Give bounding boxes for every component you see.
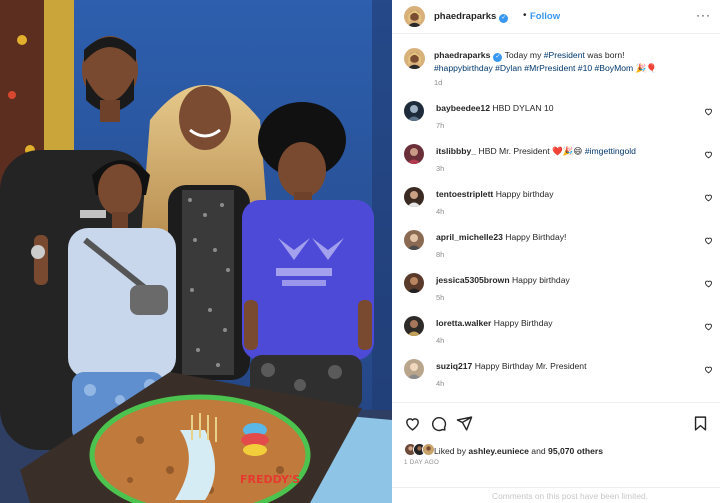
more-options-icon[interactable]: ···	[696, 8, 711, 22]
caption-emoji: 🎉🎈	[635, 63, 657, 73]
comment-text: itslibbby_ HBD Mr. President ❤️🎉😄 #imget…	[436, 146, 696, 157]
caption-hashtags[interactable]: #happybirthday #Dylan #MrPresident #10 #…	[434, 63, 633, 73]
commenter-avatar[interactable]	[404, 359, 424, 379]
author-avatar[interactable]	[404, 6, 425, 27]
comment-item: itslibbby_ HBD Mr. President ❤️🎉😄 #imget…	[392, 137, 720, 180]
post-header: phaedraparks ✓ • Follow ···	[392, 0, 720, 34]
caption-body-end: was born!	[584, 50, 625, 60]
post-caption: phaedraparks ✓ Today my #President was bo…	[392, 34, 720, 94]
heart-icon[interactable]	[704, 193, 713, 202]
share-icon[interactable]	[456, 415, 473, 432]
likes-count[interactable]: 95,070 others	[548, 446, 603, 456]
caption-username[interactable]: phaedraparks	[434, 50, 490, 60]
post-sidebar: phaedraparks ✓ • Follow ··· phaedraparks ✓…	[392, 0, 720, 503]
comment-timestamp[interactable]: 4h	[436, 379, 444, 388]
caption-timestamp[interactable]: 1d	[434, 78, 442, 87]
post-actions: Liked by ashley.euniece and 95,070 other…	[392, 402, 720, 503]
comment-item: suziq217 Happy Birthday Mr. President 4h	[392, 352, 720, 395]
comment-username[interactable]: tentoestriplett	[436, 189, 493, 199]
comment-body: Happy birthday	[495, 189, 554, 199]
likes-prefix: Liked by	[434, 446, 469, 456]
comment-item: baybeedee12 HBD DYLAN 10 7h	[392, 94, 720, 137]
author-username[interactable]: phaedraparks ✓	[434, 11, 509, 23]
comment-text: jessica5305brown Happy birthday	[436, 275, 696, 285]
commenter-avatar[interactable]	[404, 316, 424, 336]
comment-timestamp[interactable]: 4h	[436, 207, 444, 216]
heart-icon[interactable]	[704, 279, 713, 288]
liked-by-user[interactable]: ashley.euniece	[468, 446, 529, 456]
verified-badge-icon: ✓	[499, 14, 509, 23]
comment-item: loretta.walker Happy Birthday 4h	[392, 309, 720, 352]
comment-username[interactable]: baybeedee12	[436, 103, 490, 113]
heart-icon[interactable]	[704, 322, 713, 331]
comment-username[interactable]: suziq217	[436, 361, 472, 371]
comment-text: loretta.walker Happy Birthday	[436, 318, 696, 328]
comment-timestamp[interactable]: 3h	[436, 164, 444, 173]
comments-list[interactable]: baybeedee12 HBD DYLAN 10 7h itslibbby_ H…	[392, 94, 720, 402]
commenter-avatar[interactable]	[404, 273, 424, 293]
heart-icon[interactable]	[704, 150, 713, 159]
commenter-avatar[interactable]	[404, 230, 424, 250]
comment-item: tentoestriplett Happy birthday 4h	[392, 180, 720, 223]
comment-username[interactable]: april_michelle23	[436, 232, 503, 242]
comment-body: HBD Mr. President ❤️🎉😄	[478, 146, 585, 156]
cake-lettering: FREDDY'S	[240, 473, 300, 486]
commenter-avatar[interactable]	[404, 144, 424, 164]
comment-text: suziq217 Happy Birthday Mr. President	[436, 361, 696, 371]
bookmark-icon[interactable]	[692, 415, 709, 432]
comment-timestamp[interactable]: 7h	[436, 121, 444, 130]
commenter-avatar[interactable]	[404, 187, 424, 207]
comment-text: baybeedee12 HBD DYLAN 10	[436, 103, 696, 113]
comment-username[interactable]: jessica5305brown	[436, 275, 510, 285]
comment-item: jessica5305brown Happy birthday 5h	[392, 266, 720, 309]
comment-timestamp[interactable]: 8h	[436, 250, 444, 259]
likes-middle: and	[528, 446, 549, 456]
comment-body: Happy Birthday!	[505, 232, 567, 242]
heart-icon[interactable]	[404, 415, 421, 432]
commenter-avatar[interactable]	[404, 101, 424, 121]
comment-body: Happy Birthday	[493, 318, 553, 328]
comment-body: Happy birthday	[511, 275, 570, 285]
caption-hashtag-president[interactable]: #President	[544, 50, 585, 60]
comment-hashtag[interactable]: #imgettingold	[585, 146, 636, 156]
author-username-text[interactable]: phaedraparks	[434, 11, 496, 22]
comment-username[interactable]: loretta.walker	[436, 318, 491, 328]
caption-body-start: Today my	[504, 50, 544, 60]
caption-text: phaedraparks ✓ Today my #President was bo…	[434, 49, 704, 75]
comments-limited-notice: Comments on this post have been limited.	[392, 487, 720, 503]
verified-badge-icon: ✓	[493, 53, 503, 62]
comment-username[interactable]: itslibbby_	[436, 146, 476, 156]
heart-icon[interactable]	[704, 365, 713, 374]
follow-button[interactable]: Follow	[530, 11, 560, 22]
comment-timestamp[interactable]: 4h	[436, 336, 444, 345]
comment-text: tentoestriplett Happy birthday	[436, 189, 696, 199]
likes-summary: Liked by ashley.euniece and 95,070 other…	[434, 446, 603, 456]
header-separator: •	[523, 10, 527, 21]
post-photo: FREDDY'S	[0, 0, 392, 503]
comment-body: HBD DYLAN 10	[492, 103, 554, 113]
comment-timestamp[interactable]: 5h	[436, 293, 444, 302]
heart-icon[interactable]	[704, 236, 713, 245]
heart-icon[interactable]	[704, 107, 713, 116]
post-date[interactable]: 1 DAY AGO	[404, 459, 439, 466]
comment-icon[interactable]	[430, 415, 447, 432]
caption-avatar[interactable]	[404, 48, 425, 69]
comment-item: april_michelle23 Happy Birthday! 8h	[392, 223, 720, 266]
comment-text: april_michelle23 Happy Birthday!	[436, 232, 696, 242]
comment-body: Happy Birthday Mr. President	[474, 361, 587, 371]
birthday-photo-illustration: FREDDY'S	[0, 0, 392, 503]
